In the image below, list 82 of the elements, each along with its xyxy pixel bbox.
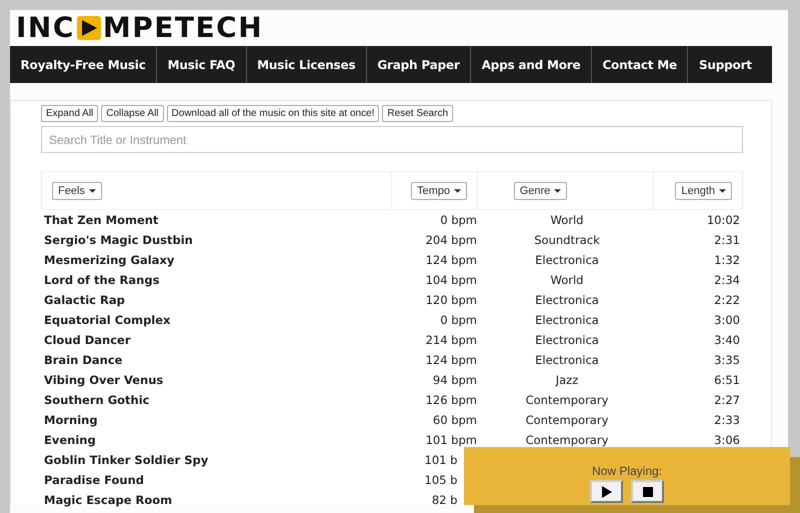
track-title[interactable]: That Zen Moment — [41, 213, 364, 227]
logo-text: INC — [16, 14, 75, 42]
filter-dropdown[interactable]: Length — [675, 182, 732, 200]
nav-link[interactable]: Contact Me — [592, 46, 688, 83]
logo-text: MPETECH — [102, 14, 264, 42]
genre-cell-text: Electronica — [534, 253, 600, 267]
nav-link[interactable]: Graph Paper — [366, 46, 472, 83]
genre-cell-text: Electronica — [534, 353, 600, 367]
track-title[interactable]: Southern Gothic — [41, 393, 364, 407]
action-button[interactable]: Reset Search — [382, 105, 454, 122]
tempo-cell-text: 94 bpm — [432, 373, 477, 387]
track-title[interactable]: Goblin Tinker Soldier Spy — [41, 453, 364, 467]
length-cell-text: 2:27 — [713, 393, 741, 407]
tempo-cell-text: 124 bpm — [424, 253, 477, 267]
stop-button[interactable] — [631, 480, 664, 503]
genre-cell-text: World — [550, 273, 584, 287]
caret-icon — [554, 188, 562, 192]
action-button[interactable]: Download all of the music on this site at once! — [166, 105, 380, 122]
length-cell-text: 1:32 — [713, 253, 741, 267]
tempo-cell-text: 82 b — [430, 493, 458, 507]
length-cell-text: 10:02 — [706, 213, 741, 227]
genre-cell-text: Contemporary — [524, 393, 610, 407]
genre-cell-text: Soundtrack — [533, 233, 601, 247]
track-title[interactable]: Paradise Found — [41, 473, 364, 487]
length-cell-text: 2:31 — [713, 233, 741, 247]
track-title[interactable]: Equatorial Complex — [41, 313, 364, 327]
track-title[interactable]: Cloud Dancer — [41, 333, 364, 347]
nav-link[interactable]: Royalty-Free Music — [10, 46, 158, 83]
action-button[interactable]: Collapse All — [101, 105, 164, 122]
nav-link[interactable]: Music FAQ — [157, 46, 247, 83]
genre-cell-text: Contemporary — [524, 433, 610, 447]
length-cell-text: 3:06 — [713, 433, 741, 447]
genre-cell-text: Contemporary — [524, 413, 610, 427]
tempo-cell-text: 120 bpm — [424, 293, 477, 307]
stop-icon — [642, 486, 652, 496]
track-title[interactable]: Magic Escape Room — [41, 493, 364, 507]
track-title[interactable]: Morning — [41, 413, 364, 427]
track-title[interactable]: Sergio's Magic Dustbin — [41, 233, 364, 247]
length-cell-text: 3:00 — [713, 313, 741, 327]
genre-cell-text: Electronica — [534, 293, 600, 307]
filter-dropdown[interactable]: Feels — [52, 182, 102, 200]
filter-dropdown[interactable]: Tempo — [410, 182, 467, 200]
caret-icon — [454, 188, 461, 192]
track-title[interactable]: Mesmerizing Galaxy — [41, 253, 364, 267]
nav-link[interactable]: Apps and More — [471, 46, 592, 83]
tempo-cell-text: 204 bpm — [424, 233, 477, 247]
genre-cell-text: Electronica — [534, 333, 600, 347]
caret-icon — [719, 188, 726, 192]
tempo-cell-text: 104 bpm — [424, 273, 477, 287]
genre-cell-text: Jazz — [554, 373, 580, 387]
play-icon — [602, 486, 612, 498]
track-title[interactable]: Vibing Over Venus — [41, 373, 364, 387]
play-logo-icon — [76, 15, 102, 41]
tempo-cell-text: 60 bpm — [432, 413, 477, 427]
tempo-cell-text: 214 bpm — [424, 333, 477, 347]
caret-icon — [88, 188, 96, 192]
track-title[interactable]: Galactic Rap — [41, 293, 364, 307]
action-button[interactable]: Expand All — [41, 105, 98, 122]
length-cell-text: 2:34 — [713, 273, 741, 287]
track-title[interactable]: Brain Dance — [41, 353, 364, 367]
search-field[interactable]: Search Title or Instrument — [41, 126, 743, 153]
genre-cell-text: Electronica — [534, 313, 600, 327]
tempo-cell-text: 124 bpm — [424, 353, 477, 367]
tempo-cell-text: 0 bpm — [439, 313, 477, 327]
genre-cell-text: World — [550, 213, 584, 227]
nav-link[interactable]: Music Licenses — [246, 46, 367, 83]
length-cell-text: 6:51 — [713, 373, 741, 387]
length-cell-text: 2:22 — [713, 293, 741, 307]
length-cell-text: 2:33 — [713, 413, 741, 427]
now-playing-label: Now Playing: — [592, 464, 662, 478]
tempo-cell-text: 0 bpm — [439, 213, 477, 227]
tempo-cell-text: 105 b — [424, 473, 458, 487]
track-title[interactable]: Evening — [41, 433, 364, 447]
nav-link[interactable]: Support — [688, 46, 762, 83]
tempo-cell-text: 101 b — [424, 453, 458, 467]
filter-dropdown[interactable]: Genre — [514, 182, 568, 200]
tempo-cell-text: 101 bpm — [424, 433, 477, 447]
track-title[interactable]: Lord of the Rangs — [41, 273, 364, 287]
length-cell-text: 3:40 — [713, 333, 741, 347]
tempo-cell-text: 126 bpm — [424, 393, 477, 407]
length-cell-text: 3:35 — [713, 353, 741, 367]
play-button[interactable] — [590, 480, 623, 503]
